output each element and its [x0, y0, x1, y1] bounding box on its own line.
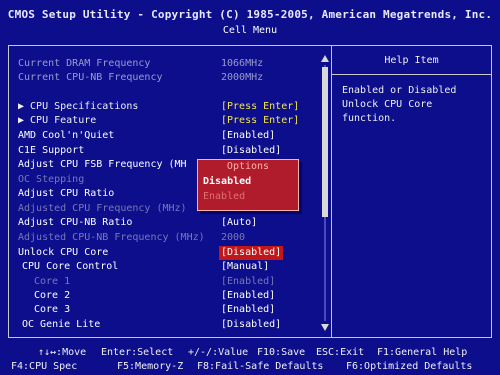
menu-item-label: Adjust CPU Ratio: [18, 188, 115, 199]
menu-item-value[interactable]: [Disabled]: [221, 144, 281, 158]
key-legend: ↑↓↔:Move Enter:Select +/-/:Value F10:Sav…: [0, 343, 500, 375]
menu-item-cool-n-quiet[interactable]: AMD Cool'n'Quiet [Enabled]: [18, 129, 318, 143]
menu-item-label: AMD Cool'n'Quiet: [18, 130, 115, 141]
hint-cpu-spec: F4:CPU Spec: [11, 361, 78, 372]
menu-item-label: Adjust CPU FSB Frequency (MH: [18, 159, 187, 170]
menu-item-cpu-feature[interactable]: ▶ CPU Feature [Press Enter]: [18, 114, 318, 128]
info-value: 2000MHz: [221, 72, 264, 83]
scroll-up-icon[interactable]: [321, 55, 329, 62]
popup-title: Options: [226, 161, 270, 172]
hint-select: Enter:Select: [101, 347, 174, 358]
hint-memory-z: F5:Memory-Z: [117, 361, 184, 372]
app-title: CMOS Setup Utility - Copyright (C) 1985-…: [7, 8, 493, 21]
help-text: Enabled or Disabled Unlock CPU Core func…: [342, 85, 457, 124]
menu-item-label: Core 1: [34, 276, 71, 287]
menu-item-oc-genie-lite[interactable]: OC Genie Lite [Disabled]: [18, 318, 318, 332]
option-disabled[interactable]: Disabled: [203, 176, 251, 187]
hint-general-help: F1:General Help: [377, 347, 468, 358]
menu-item-cpu-core-control[interactable]: CPU Core Control [Manual]: [18, 260, 318, 274]
menu-item-value[interactable]: [Auto]: [221, 216, 257, 230]
menu-item-label: Core 2: [34, 290, 71, 301]
menu-item-value: 2000: [221, 232, 246, 243]
menu-item-value: [Enabled]: [221, 276, 276, 287]
info-dram-frequency: Current DRAM Frequency 1066MHz: [18, 57, 318, 71]
menu-item-core-2[interactable]: Core 2 [Enabled]: [18, 289, 318, 303]
menu-item-value[interactable]: [Enabled]: [221, 129, 275, 143]
menu-item-label: OC Stepping: [18, 174, 85, 185]
menu-item-label: ▶ CPU Feature: [18, 115, 97, 126]
info-cpu-nb-frequency: Current CPU-NB Frequency 2000MHz: [18, 71, 318, 85]
menu-title: Cell Menu: [222, 25, 278, 36]
menu-item-value[interactable]: [Press Enter]: [221, 100, 299, 114]
menu-item-core-3[interactable]: Core 3 [Enabled]: [18, 303, 318, 317]
hint-value: +/-/:Value: [188, 347, 249, 358]
hint-fail-safe: F8:Fail-Safe Defaults: [197, 361, 324, 372]
option-enabled[interactable]: Enabled: [203, 191, 245, 202]
menu-item-label: ▶ CPU Specifications: [18, 101, 139, 112]
scroll-thumb[interactable]: [322, 67, 328, 217]
menu-item-value[interactable]: [Enabled]: [221, 289, 275, 303]
info-label: Current DRAM Frequency: [18, 58, 151, 69]
header: CMOS Setup Utility - Copyright (C) 1985-…: [0, 0, 500, 42]
hint-save: F10:Save: [257, 347, 306, 358]
menu-item-label: Core 3: [34, 304, 71, 315]
menu-item-value[interactable]: [Enabled]: [221, 303, 275, 317]
menu-item-label: OC Genie Lite: [22, 319, 101, 330]
menu-item-label: Adjusted CPU Frequency (MHz): [18, 203, 187, 214]
menu-item-value[interactable]: [Disabled]: [221, 318, 281, 332]
menu-item-unlock-cpu-core[interactable]: Unlock CPU Core [Disabled]: [18, 246, 318, 260]
menu-item-label: Adjusted CPU-NB Frequency (MHz): [18, 232, 205, 243]
menu-item-core-1: Core 1 [Enabled]: [18, 275, 318, 289]
help-header: Help Item: [332, 47, 491, 74]
options-popup: Options Disabled Enabled: [197, 159, 299, 211]
menu-item-c1e-support[interactable]: C1E Support [Disabled]: [18, 144, 318, 158]
scrollbar[interactable]: [321, 55, 329, 331]
hint-optimized: F6:Optimized Defaults: [346, 361, 473, 372]
info-value: 1066MHz: [221, 58, 264, 69]
help-divider: [332, 74, 491, 75]
panel-divider: [331, 45, 332, 338]
menu-item-adjust-cpu-nb-ratio[interactable]: Adjust CPU-NB Ratio [Auto]: [18, 216, 318, 230]
hint-move: ↑↓↔:Move: [38, 347, 87, 358]
scroll-down-icon[interactable]: [321, 324, 329, 331]
menu-item-label: Unlock CPU Core: [18, 247, 109, 258]
help-title: Help Item: [384, 55, 439, 66]
menu-item-cpu-specifications[interactable]: ▶ CPU Specifications [Press Enter]: [18, 100, 318, 114]
menu-item-value[interactable]: [Press Enter]: [221, 114, 299, 128]
hint-exit: ESC:Exit: [316, 347, 365, 358]
menu-item-label: CPU Core Control: [22, 261, 119, 272]
menu-item-value-selected[interactable]: [Disabled]: [219, 246, 284, 260]
menu-item-label: Adjust CPU-NB Ratio: [18, 217, 133, 228]
menu-item-value[interactable]: [Manual]: [221, 260, 269, 274]
menu-item-label: C1E Support: [18, 145, 85, 156]
menu-item-adjusted-cpu-nb-frequency: Adjusted CPU-NB Frequency (MHz) 2000: [18, 231, 318, 245]
info-label: Current CPU-NB Frequency: [18, 72, 163, 83]
